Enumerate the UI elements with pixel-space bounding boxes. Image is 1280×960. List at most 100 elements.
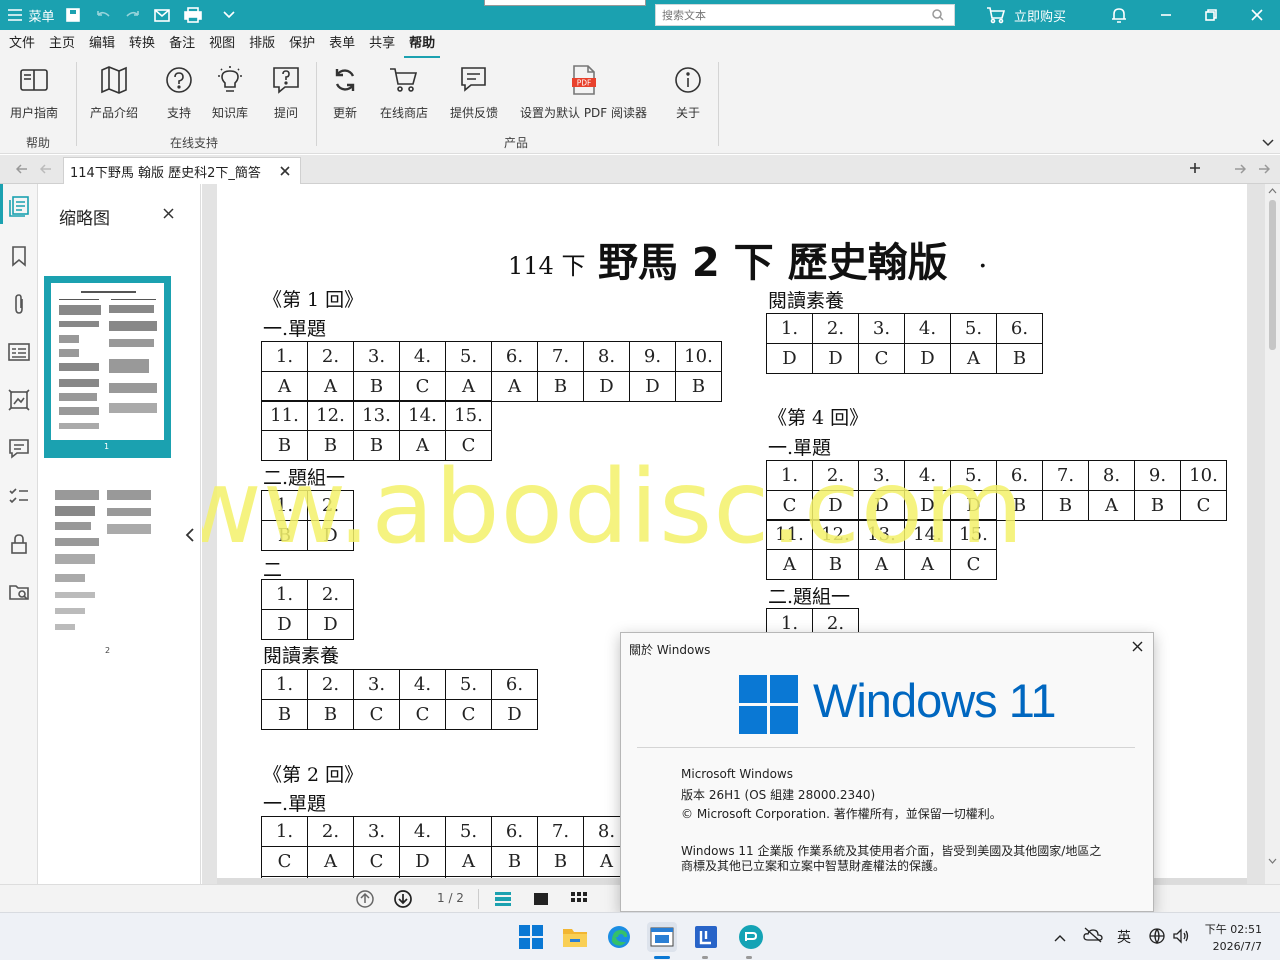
answer-number-cell: 2. [307,341,354,372]
collapse-ribbon-button[interactable] [1262,136,1274,151]
answer-number-cell: 13. [353,400,400,431]
collapse-thumbnail-panel[interactable] [185,528,194,546]
restore-button[interactable] [1200,0,1222,30]
menu-form[interactable]: 表单 [324,30,360,58]
menu-share[interactable]: 共享 [364,30,400,58]
new-tab-button[interactable] [1189,162,1201,178]
answer-number-cell: 7. [537,341,584,372]
answer-number-cell: 6. [996,313,1043,344]
windows-logo-icon [739,675,799,739]
close-tab-icon[interactable] [280,166,290,176]
menu-convert[interactable]: 转换 [124,30,160,58]
onedrive-button[interactable] [1083,927,1103,947]
undo-button[interactable] [92,0,114,30]
product-intro-button[interactable]: 产品介绍 [90,62,138,121]
vertical-scroll-thumb[interactable] [1269,200,1276,350]
previous-page-button[interactable] [356,890,374,912]
menu-comment[interactable]: 备注 [164,30,200,58]
thumbnail-page-1[interactable]: 1 [44,276,171,458]
security-tool[interactable] [7,532,31,556]
close-panel-button[interactable] [163,208,174,223]
form-fields-tool[interactable] [7,484,31,508]
continuous-view-button[interactable] [494,891,512,911]
pdf-file-icon: PDF [571,65,596,95]
file-explorer-button[interactable] [560,922,590,952]
answer-number-cell: 3. [353,341,400,372]
print-button[interactable] [182,0,204,30]
next-page-button[interactable] [394,890,412,912]
user-guide-button[interactable]: 用户指南 [10,62,58,121]
menu-help[interactable]: 帮助 [404,30,441,58]
tab-scroll-right-button-2[interactable] [1258,163,1271,179]
set-default-reader-button[interactable]: PDF 设置为默认 PDF 阅读器 [520,62,647,121]
about-dialog-close-button[interactable] [1132,641,1143,656]
menu-protect[interactable]: 保护 [284,30,320,58]
menu-label: 菜单 [28,9,55,25]
answer-number-cell: 5. [445,341,492,372]
volume-button[interactable] [1172,927,1190,949]
menu-home[interactable]: 主页 [44,30,80,58]
answer-letter-cell: C [353,846,400,877]
menu-file[interactable]: 文件 [4,30,40,58]
update-button[interactable]: 更新 [328,62,362,121]
undo-icon [97,11,110,17]
lock-icon [11,534,27,554]
save-button[interactable] [62,0,84,30]
close-window-button[interactable] [1246,0,1268,30]
answer-number-cell: 3. [353,669,400,700]
layers-tool[interactable] [7,340,31,364]
thumbnails-tool[interactable] [7,194,31,218]
clock-button[interactable]: 下午 02:51 2026/7/7 [1204,921,1262,953]
status-separator [478,889,479,909]
search-box[interactable] [655,4,955,26]
buy-now-label: 立即购买 [1013,9,1066,25]
about-windows-taskbar-button[interactable] [647,922,677,952]
running-app-indicator [702,956,708,959]
menu-edit[interactable]: 编辑 [84,30,120,58]
image-tool[interactable] [7,388,31,412]
knowledge-base-button[interactable]: 知识库 [212,62,248,121]
bookmarks-tool[interactable] [7,244,31,268]
tab-scroll-right-button[interactable] [1234,163,1247,179]
start-button[interactable] [516,922,546,952]
vertical-scrollbar[interactable] [1265,184,1280,884]
scroll-down-icon[interactable] [1265,856,1280,866]
page-indicator[interactable]: 1 / 2 [437,891,464,905]
buy-now-button[interactable]: 立即购买 [980,0,1072,30]
search-input[interactable] [662,8,932,22]
pdf-app-taskbar-button[interactable] [691,922,721,952]
notifications-button[interactable] [1108,0,1130,30]
scroll-up-icon[interactable] [1265,186,1280,196]
feedback-button[interactable]: 提供反馈 [450,62,498,121]
email-button[interactable] [152,0,174,30]
thumbnail-page-2[interactable]: 2 [51,484,164,655]
show-hidden-icons-button[interactable] [1054,931,1066,946]
lightbulb-icon [218,66,242,92]
file-search-tool[interactable] [7,580,31,604]
network-button[interactable] [1148,927,1166,949]
main-menu-button[interactable]: 菜单 [4,0,58,30]
attachments-tool[interactable] [7,292,31,316]
input-method-indicator[interactable]: 英 [1117,927,1131,947]
document-tab[interactable]: 114下野馬 翰版 歷史科2下_簡答 [63,157,301,184]
ask-question-button[interactable]: 提问 [269,62,303,121]
arrow-left-icon [15,164,27,174]
menu-view[interactable]: 视图 [204,30,240,58]
support-button[interactable]: 支持 [162,62,196,121]
online-store-button[interactable]: 在线商店 [380,62,428,121]
round-2-single-choice-heading: 一.單題 [263,793,327,815]
redo-button[interactable] [122,0,144,30]
pdf-reader-taskbar-button[interactable] [736,922,766,952]
grid-view-button[interactable] [570,891,588,911]
tab-scroll-left-button-2[interactable] [39,163,52,179]
answer-letter-cell: D [812,343,859,374]
minimize-button[interactable] [1155,0,1177,30]
single-page-view-button[interactable] [533,892,549,910]
about-button[interactable]: 关于 [671,62,705,121]
tab-scroll-left-button[interactable] [15,163,28,179]
edge-browser-button[interactable] [604,922,634,952]
quick-access-dropdown[interactable] [218,0,240,30]
menu-layout[interactable]: 排版 [244,30,280,58]
comments-tool[interactable] [7,436,31,460]
arrow-up-circle-icon [356,890,374,908]
